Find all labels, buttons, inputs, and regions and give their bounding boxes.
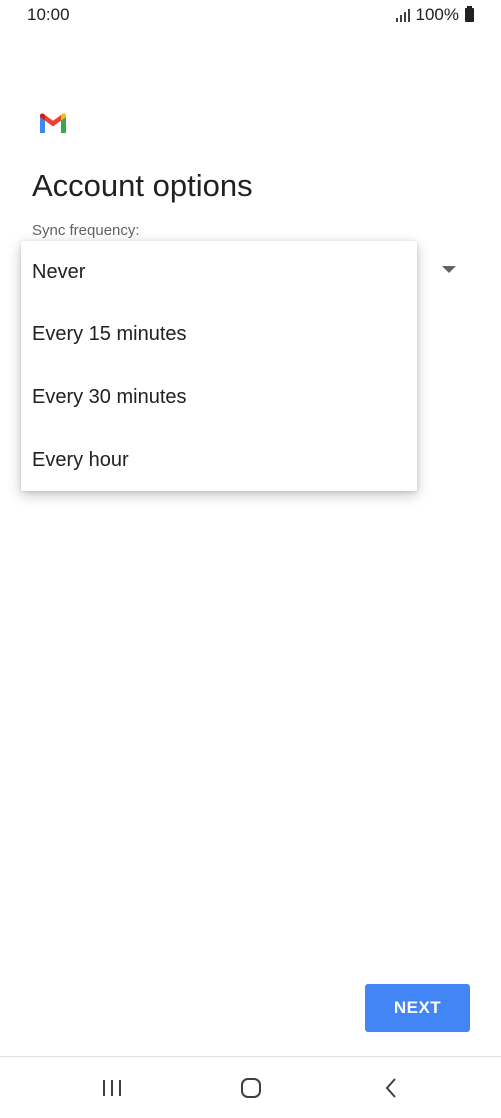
back-button[interactable]: [351, 1057, 431, 1118]
page-title: Account options: [32, 168, 253, 203]
option-every-15-minutes[interactable]: Every 15 minutes: [21, 303, 417, 366]
status-time: 10:00: [27, 5, 70, 24]
battery-icon: [465, 6, 474, 22]
recents-icon: [103, 1079, 121, 1096]
option-every-hour[interactable]: Every hour: [21, 429, 417, 492]
chevron-down-icon[interactable]: [442, 266, 456, 273]
navigation-bar: [0, 1057, 501, 1118]
status-indicators: 100%: [395, 5, 474, 25]
sync-frequency-dropdown: Never Every 15 minutes Every 30 minutes …: [21, 241, 417, 491]
option-never[interactable]: Never: [21, 241, 417, 303]
home-icon: [241, 1077, 261, 1098]
recents-button[interactable]: [72, 1057, 152, 1118]
battery-percentage: 100%: [415, 5, 459, 24]
back-icon: [385, 1077, 396, 1098]
option-every-30-minutes[interactable]: Every 30 minutes: [21, 366, 417, 429]
gmail-logo-icon: [40, 113, 66, 133]
sync-frequency-label: Sync frequency:: [32, 222, 140, 239]
next-button[interactable]: NEXT: [365, 984, 470, 1032]
status-bar: 10:00 100%: [0, 0, 501, 30]
home-button[interactable]: [211, 1057, 291, 1118]
signal-icon: [395, 8, 410, 22]
